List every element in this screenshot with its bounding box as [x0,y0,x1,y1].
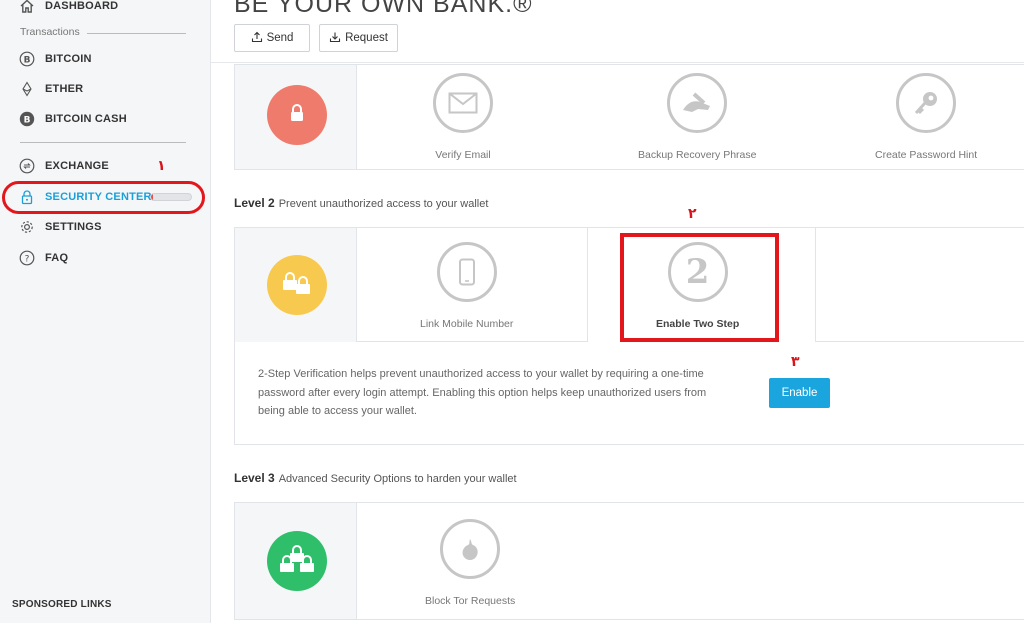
request-label: Request [345,32,388,44]
three-locks-icon [277,544,317,579]
key-icon [896,73,957,133]
two-step-description: 2-Step Verification helps prevent unauth… [258,368,707,417]
sponsored-links-label: SPONSORED LINKS [12,599,112,610]
step-divider [587,228,588,342]
enable-two-step-button[interactable]: Enable [769,378,830,408]
sidebar: DASHBOARD Transactions B BITCOIN ETHER B… [0,0,211,623]
level3-lock-badge [267,531,327,591]
bitcoin-icon: B [18,50,36,68]
password-hint-step[interactable]: Create Password Hint [875,73,977,161]
level2-heading: Level 2 [234,196,275,210]
header-divider [211,62,1024,63]
sidebar-item-ether[interactable]: ETHER [18,77,83,101]
sidebar-item-bitcoin-cash[interactable]: B BITCOIN CASH [18,107,127,131]
sidebar-item-label: BITCOIN CASH [45,113,127,125]
exchange-icon [18,157,36,175]
page-headline: BE YOUR OWN BANK.® [234,0,533,18]
annotation-number-3: ٣ [791,354,800,370]
level3-lead [235,503,357,619]
level3-heading: Level 3 [234,471,275,485]
verify-email-step[interactable]: Verify Email [433,73,493,161]
two-locks-icon [280,270,314,301]
sidebar-item-label: DASHBOARD [45,0,119,12]
sidebar-item-settings[interactable]: SETTINGS [18,215,102,239]
svg-text:B: B [24,115,31,125]
section-divider [87,33,186,34]
backup-phrase-step[interactable]: Backup Recovery Phrase [638,73,756,161]
lock-icon [288,103,306,128]
envelope-icon [433,73,493,133]
step-caption: Backup Recovery Phrase [638,149,757,161]
row-divider [357,341,587,342]
sidebar-item-label: EXCHANGE [45,160,109,172]
download-icon [329,31,341,46]
mobile-phone-icon [436,242,497,302]
annotation-rectangle [620,233,779,342]
annotation-number-2: ٢ [688,206,697,222]
svg-text:B: B [24,55,31,65]
block-tor-step[interactable]: Block Tor Requests [425,519,515,607]
bitcoin-cash-icon: B [18,110,36,128]
sidebar-item-bitcoin[interactable]: B BITCOIN [18,47,92,71]
level2-lead [235,228,357,342]
send-button[interactable]: Send [234,24,310,52]
request-button[interactable]: Request [319,24,398,52]
tor-onion-icon [440,519,501,579]
sidebar-item-label: ETHER [45,83,84,95]
level1-lock-badge [267,85,327,145]
upload-icon [251,31,263,46]
sidebar-item-label: BITCOIN [45,53,92,65]
level3-panel: Block Tor Requests [234,502,1024,620]
step-divider [815,228,816,342]
annotation-number-1: ١ [157,158,166,174]
send-label: Send [266,32,294,44]
level2-title: Level 2 Prevent unauthorized access to yo… [234,196,488,210]
row-divider [815,341,1024,342]
section-divider [20,142,186,143]
ether-icon [18,80,36,98]
sidebar-item-label: FAQ [45,252,69,264]
home-icon [18,0,36,15]
level3-subtitle: Advanced Security Options to harden your… [278,473,517,485]
sidebar-item-exchange[interactable]: EXCHANGE [18,154,109,178]
link-mobile-step[interactable]: Link Mobile Number [420,242,513,330]
step-caption: Verify Email [435,149,491,161]
level3-title: Level 3 Advanced Security Options to hard… [234,471,517,485]
question-icon: ? [18,249,36,267]
transactions-section-label: Transactions [20,26,80,38]
level2-lock-badge [267,255,327,315]
svg-text:?: ? [25,254,30,264]
sidebar-item-faq[interactable]: ? FAQ [18,246,68,270]
level2-subtitle: Prevent unauthorized access to your wall… [278,198,489,210]
sidebar-item-label: SETTINGS [45,221,102,233]
step-caption: Create Password Hint [875,149,978,161]
sidebar-item-dashboard[interactable]: DASHBOARD [18,0,118,18]
level1-panel: Verify Email Backup Recovery Phrase Crea… [234,64,1024,170]
annotation-ellipse [2,181,205,214]
step-caption: Block Tor Requests [425,595,516,607]
level1-lead [235,65,357,169]
backup-hand-icon [667,73,728,133]
gear-icon [18,218,36,236]
step-caption: Link Mobile Number [420,318,514,330]
